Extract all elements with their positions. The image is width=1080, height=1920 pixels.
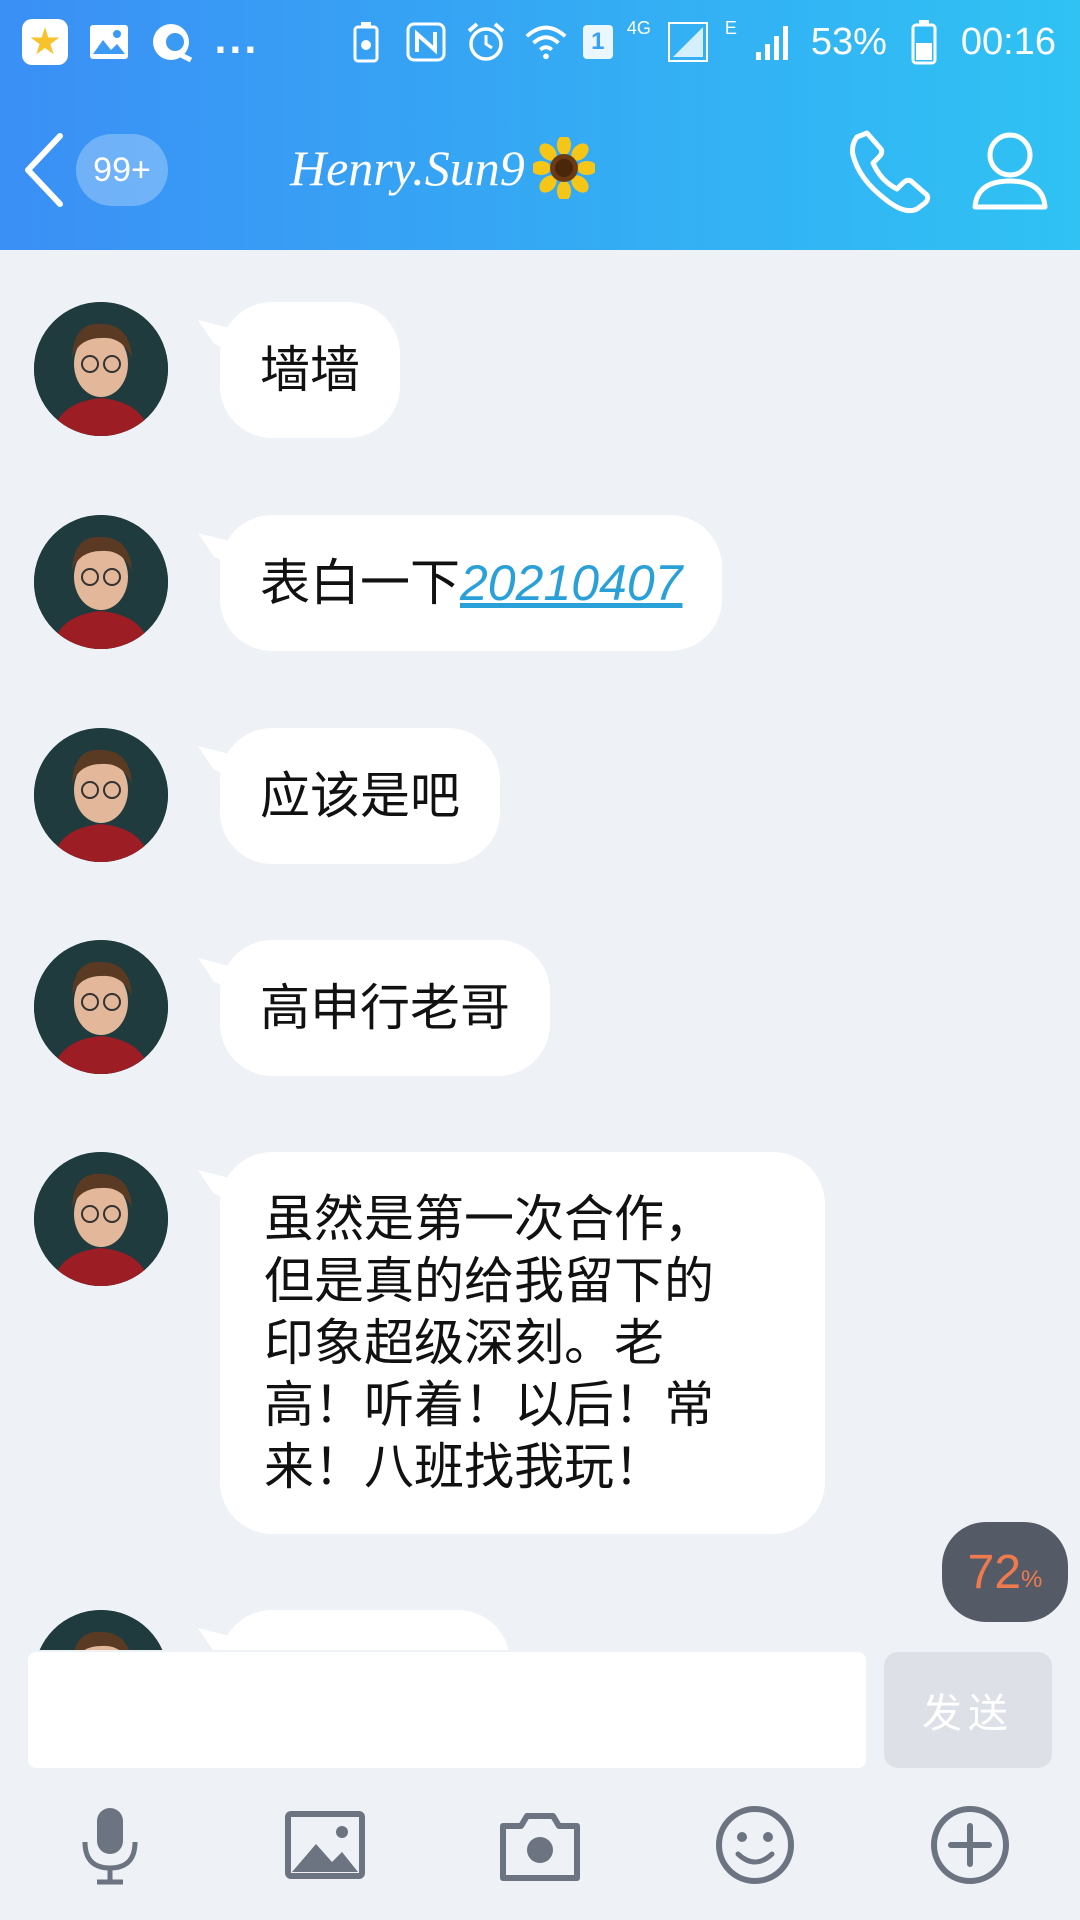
network-4g-label: 4G [626,18,651,38]
more-notifications-text: ... [214,22,259,62]
battery-saver-icon [343,19,389,65]
progress-badge: 72% [942,1522,1068,1622]
image-button[interactable] [270,1790,380,1900]
emoji-icon [716,1806,794,1884]
message-bubble[interactable] [220,1610,510,1650]
message-text: 墙墙 [260,341,360,399]
clock: 00:16 [960,20,1056,63]
message-bubble[interactable]: 表白一下 20210407 [220,515,723,651]
avatar[interactable] [34,302,168,436]
message-line: 虽然是第一次合作， [264,1190,714,1248]
message-bubble[interactable]: 应该是吧 [220,728,500,864]
message-text: 高申行老哥 [260,979,510,1037]
nfc-icon [403,19,449,65]
avatar[interactable] [34,515,168,649]
contact-name-title[interactable]: Henry.Sun9 [290,137,595,199]
battery-icon [901,19,947,65]
back-button[interactable]: 99+ [20,125,200,215]
phone-icon [850,130,931,214]
more-button[interactable] [915,1790,1025,1900]
send-button[interactable]: 发送 [884,1652,1052,1768]
contact-name: Henry.Sun9 [290,140,525,196]
bottom-toolbar [0,1790,1080,1920]
emoji-button[interactable] [700,1790,810,1900]
alarm-icon [463,19,509,65]
gallery-notification-icon [86,19,132,65]
wifi-icon [523,19,569,65]
message-line: 印象超级深刻。老 [264,1314,664,1372]
unread-count-badge: 99+ [76,134,168,206]
browser-notification-icon [150,19,196,65]
message-line: 但是真的给我留下的 [264,1252,714,1310]
chevron-left-icon [25,133,63,207]
chat-header: 99+ Henry.Sun9 [0,85,1080,250]
avatar[interactable] [34,1610,168,1650]
date-link[interactable]: 20210407 [460,552,682,614]
message-bubble[interactable]: 墙墙 [220,302,400,438]
message-line: 来！八班找我玩！ [264,1438,664,1496]
profile-button[interactable] [965,125,1055,215]
signal-strength-icon [665,19,711,65]
image-icon [285,1811,365,1879]
microphone-icon [82,1808,138,1885]
camera-icon [500,1813,580,1881]
progress-unit: % [1021,1566,1043,1593]
network-e-label: E [724,18,737,38]
call-button[interactable] [845,125,935,215]
sim-slot-badge: 1 [582,25,613,59]
progress-value: 72 [967,1545,1022,1599]
signal-bars-icon [751,19,797,65]
message-bubble[interactable]: 高申行老哥 [220,940,550,1076]
voice-button[interactable] [55,1790,165,1900]
avatar[interactable] [34,1152,168,1286]
qzone-app-icon [22,19,68,65]
message-input[interactable] [28,1652,866,1768]
input-bar: 发送 [0,1650,1080,1770]
avatar[interactable] [34,940,168,1074]
sunflower-icon [532,137,595,199]
message-bubble[interactable]: 虽然是第一次合作， 但是真的给我留下的 印象超级深刻。老 高！听着！以后！常 来… [220,1152,825,1534]
person-icon [972,132,1048,210]
chat-message-list[interactable]: 墙墙 表白一下 20210407 应该是吧 高申行老哥 虽然是第一次合作， 但是… [0,250,1080,1650]
plus-icon [931,1806,1009,1884]
message-text: 应该是吧 [260,767,460,825]
status-bar: ... 1 4G E 53% 00:16 [0,0,1080,85]
avatar[interactable] [34,728,168,862]
battery-percent: 53% [810,20,887,63]
message-text: 表白一下 [260,554,460,612]
camera-button[interactable] [485,1790,595,1900]
message-line: 高！听着！以后！常 [264,1376,714,1434]
